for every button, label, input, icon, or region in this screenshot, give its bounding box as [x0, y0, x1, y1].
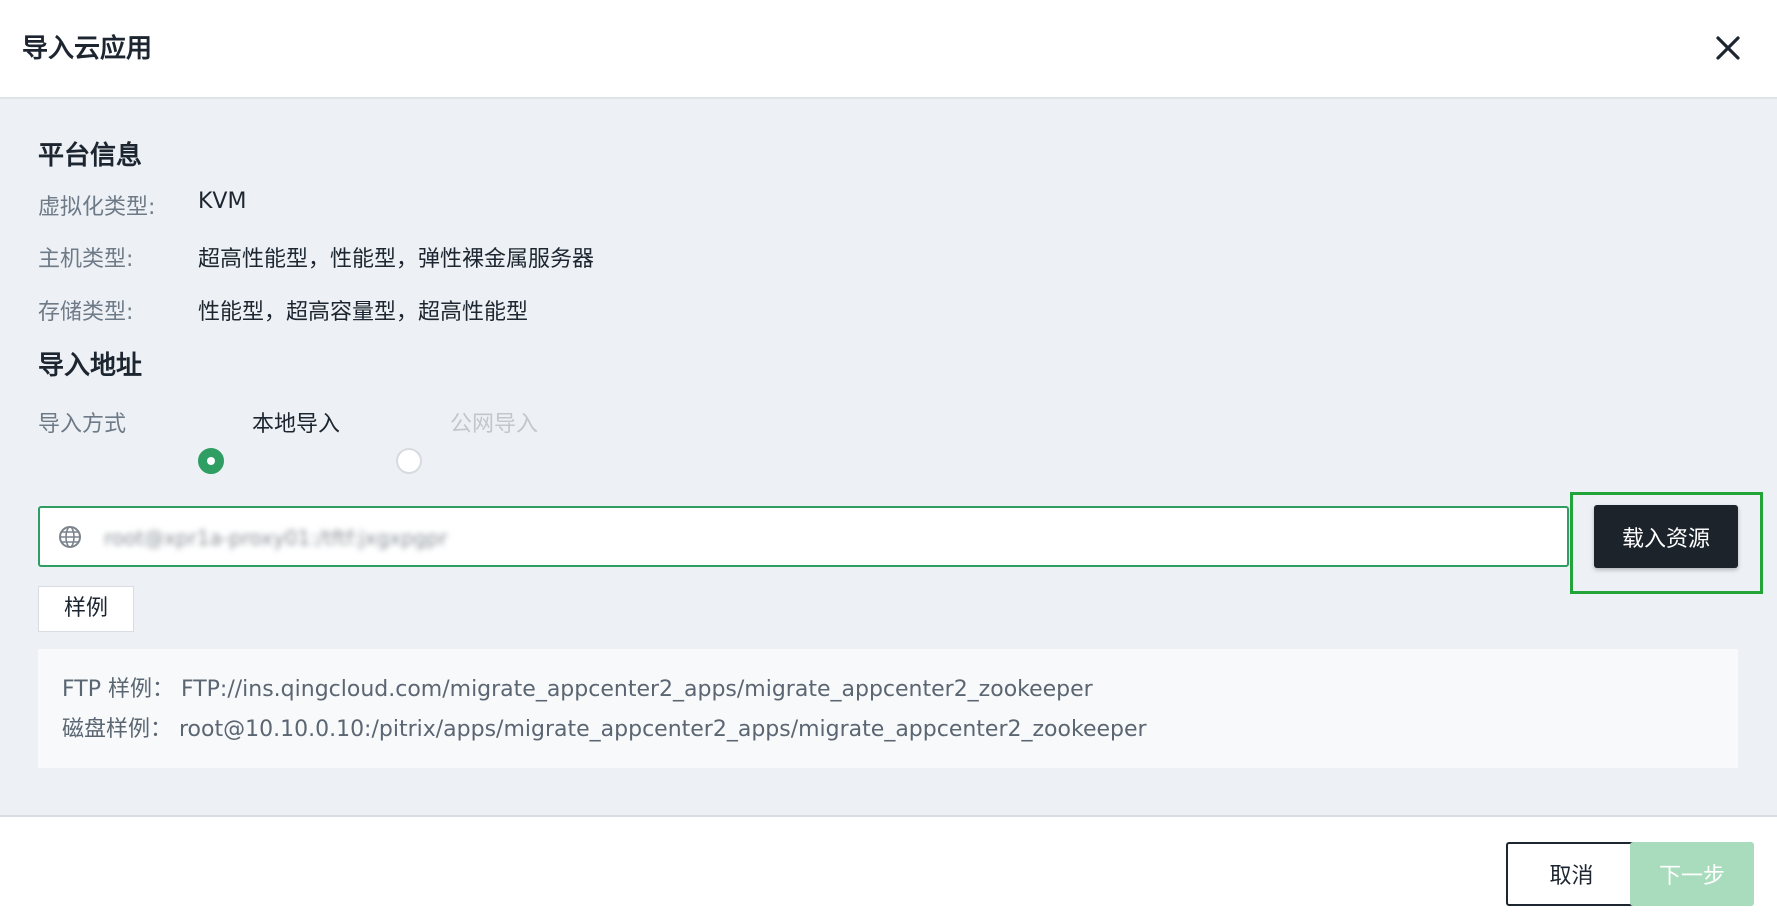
host-type-value: 超高性能型，性能型，弹性裸金属服务器	[198, 247, 595, 272]
cancel-button[interactable]: 取消	[1506, 842, 1637, 906]
host-type-label: 主机类型:	[38, 247, 134, 272]
close-icon[interactable]	[1710, 30, 1746, 66]
dialog-title: 导入云应用	[22, 34, 153, 64]
disk-example: 磁盘样例： root@10.10.0.10:/pitrix/apps/migra…	[62, 717, 1147, 742]
import-address-input[interactable]	[102, 518, 1546, 558]
next-step-button[interactable]: 下一步	[1630, 842, 1754, 906]
radio-local-import-label[interactable]: 本地导入	[252, 406, 340, 438]
import-address-heading: 导入地址	[38, 351, 143, 381]
example-tag[interactable]: 样例	[38, 586, 134, 632]
dialog-footer: 取消 下一步	[0, 817, 1777, 917]
ftp-example: FTP 样例： FTP://ins.qingcloud.com/migrate_…	[62, 677, 1093, 702]
dialog-header: 导入云应用	[0, 0, 1777, 99]
platform-info-heading: 平台信息	[38, 141, 143, 171]
radio-public-import-label[interactable]: 公网导入	[450, 406, 538, 438]
storage-type-label: 存储类型:	[38, 300, 134, 325]
import-cloud-app-dialog: 导入云应用 平台信息 虚拟化类型: KVM 主机类型: 超高性能型，性能型，弹性…	[0, 0, 1777, 917]
virtualization-type-value: KVM	[198, 189, 247, 214]
globe-icon	[59, 526, 81, 548]
load-resource-button[interactable]: 载入资源	[1594, 505, 1738, 568]
radio-local-import[interactable]	[198, 448, 224, 474]
storage-type-value: 性能型，超高容量型，超高性能型	[198, 300, 529, 325]
import-address-field[interactable]	[38, 506, 1569, 567]
radio-public-import[interactable]	[396, 448, 422, 474]
example-box: FTP 样例： FTP://ins.qingcloud.com/migrate_…	[38, 649, 1738, 768]
virtualization-type-label: 虚拟化类型:	[38, 195, 156, 220]
import-method-label: 导入方式	[38, 412, 127, 437]
dialog-body: 平台信息 虚拟化类型: KVM 主机类型: 超高性能型，性能型，弹性裸金属服务器…	[0, 99, 1777, 817]
